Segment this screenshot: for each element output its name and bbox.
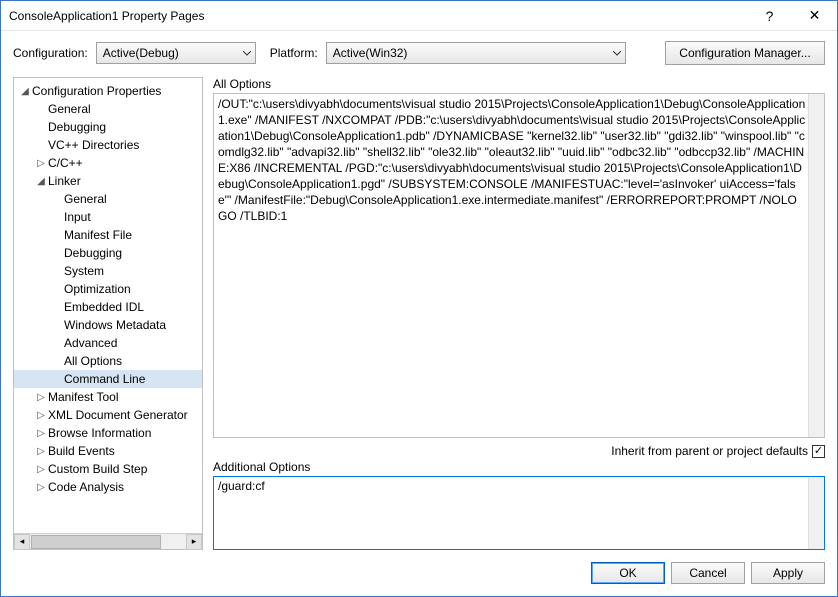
scrollbar-thumb[interactable] [31,535,161,549]
inherit-defaults-label: Inherit from parent or project defaults [611,444,808,458]
property-pages-window: ConsoleApplication1 Property Pages ? ✕ C… [0,0,838,597]
platform-dropdown[interactable]: Active(Win32) [326,42,626,64]
tree-node-xml-document-generator[interactable]: ▷XML Document Generator [14,406,202,424]
tree-node-linker-all-options[interactable]: All Options [14,352,202,370]
tree-node-linker-general[interactable]: General [14,190,202,208]
expand-icon[interactable]: ▷ [34,464,48,475]
collapse-icon[interactable]: ◢ [18,86,32,97]
tree-node-linker-windows-metadata[interactable]: Windows Metadata [14,316,202,334]
additional-options-value: /guard:cf [214,477,824,495]
tree-node-custom-build-step[interactable]: ▷Custom Build Step [14,460,202,478]
tree-node-ccpp[interactable]: ▷C/C++ [14,154,202,172]
apply-button[interactable]: Apply [751,562,825,584]
chevron-down-icon [243,51,251,56]
tree-node-browse-information[interactable]: ▷Browse Information [14,424,202,442]
config-toolbar: Configuration: Active(Debug) Platform: A… [1,31,837,73]
vertical-scrollbar[interactable] [808,477,824,549]
tree-node-debugging[interactable]: Debugging [14,118,202,136]
platform-label: Platform: [270,46,318,60]
help-button[interactable]: ? [747,1,792,31]
tree-node-linker-advanced[interactable]: Advanced [14,334,202,352]
titlebar: ConsoleApplication1 Property Pages ? ✕ [1,1,837,31]
nav-tree[interactable]: ◢Configuration Properties General Debugg… [13,77,203,550]
expand-icon[interactable]: ▷ [34,158,48,169]
all-options-textbox[interactable]: /OUT:"c:\users\divyabh\documents\visual … [213,93,825,438]
all-options-text: /OUT:"c:\users\divyabh\documents\visual … [214,94,824,226]
additional-options-textbox[interactable]: /guard:cf [213,476,825,550]
tree-node-configuration-properties[interactable]: ◢Configuration Properties [14,82,202,100]
scroll-right-icon[interactable]: ▸ [186,534,202,550]
tree-node-linker-optimization[interactable]: Optimization [14,280,202,298]
tree-node-vcpp-directories[interactable]: VC++ Directories [14,136,202,154]
tree-node-linker-input[interactable]: Input [14,208,202,226]
tree-node-linker-manifest-file[interactable]: Manifest File [14,226,202,244]
vertical-scrollbar[interactable] [808,94,824,437]
expand-icon[interactable]: ▷ [34,392,48,403]
tree-node-linker-command-line[interactable]: Command Line [14,370,202,388]
expand-icon[interactable]: ▷ [34,482,48,493]
configuration-label: Configuration: [13,46,88,60]
window-title: ConsoleApplication1 Property Pages [9,9,747,23]
tree-node-code-analysis[interactable]: ▷Code Analysis [14,478,202,496]
configuration-value: Active(Debug) [103,46,179,60]
tree-horizontal-scrollbar[interactable]: ◂ ▸ [14,533,202,549]
collapse-icon[interactable]: ◢ [34,176,48,187]
tree-node-build-events[interactable]: ▷Build Events [14,442,202,460]
dialog-button-row: OK Cancel Apply [1,550,837,596]
expand-icon[interactable]: ▷ [34,410,48,421]
all-options-label: All Options [213,77,825,91]
tree-node-linker-embedded-idl[interactable]: Embedded IDL [14,298,202,316]
tree-node-manifest-tool[interactable]: ▷Manifest Tool [14,388,202,406]
configuration-dropdown[interactable]: Active(Debug) [96,42,256,64]
tree-node-linker-system[interactable]: System [14,262,202,280]
tree-node-general[interactable]: General [14,100,202,118]
cancel-button[interactable]: Cancel [671,562,745,584]
scroll-left-icon[interactable]: ◂ [14,534,30,550]
platform-value: Active(Win32) [333,46,408,60]
tree-node-linker-debugging[interactable]: Debugging [14,244,202,262]
close-button[interactable]: ✕ [792,1,837,31]
ok-button[interactable]: OK [591,562,665,584]
chevron-down-icon [613,51,621,56]
additional-options-label: Additional Options [213,460,825,474]
inherit-defaults-checkbox[interactable]: ✓ [812,445,825,458]
configuration-manager-button[interactable]: Configuration Manager... [665,41,825,65]
expand-icon[interactable]: ▷ [34,428,48,439]
tree-node-linker[interactable]: ◢Linker [14,172,202,190]
expand-icon[interactable]: ▷ [34,446,48,457]
